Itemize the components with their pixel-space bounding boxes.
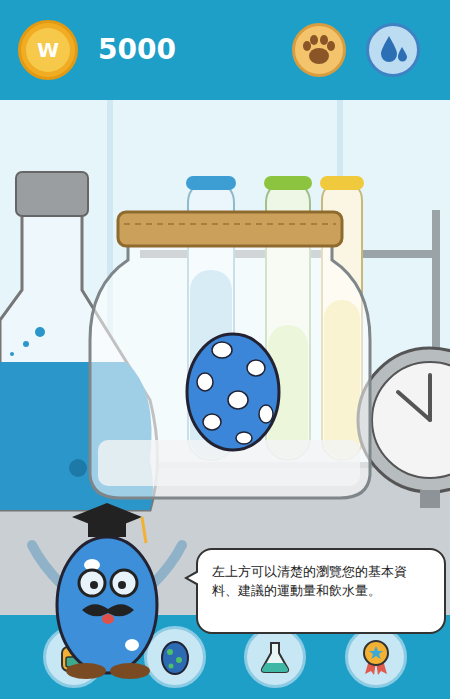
dialog-text: 左上方可以清楚的瀏覽您的基本資料、建議的運動量和飲水量。: [212, 562, 430, 600]
lab-scene: [0, 100, 450, 615]
coin-symbol: W: [37, 40, 59, 60]
game-screen: W 5000: [0, 0, 450, 699]
coin-count: 5000: [98, 36, 176, 64]
egg-icon: [187, 334, 279, 450]
award-badge-icon: [358, 638, 394, 676]
badge-button[interactable]: [345, 626, 407, 688]
coin-icon: W: [18, 20, 78, 80]
paw-button[interactable]: [292, 23, 346, 77]
top-bar: W 5000: [0, 0, 450, 100]
lab-illustration: [0, 100, 450, 615]
flask-icon: [257, 639, 293, 675]
spotted-egg-icon: [159, 638, 191, 676]
speech-bubble: 左上方可以清楚的瀏覽您的基本資料、建議的運動量和飲水量。: [196, 548, 446, 634]
water-drop-icon: [376, 33, 410, 67]
lab-button[interactable]: [244, 626, 306, 688]
professor-egg-icon: [22, 495, 192, 685]
water-button[interactable]: [366, 23, 420, 77]
paw-icon: [301, 34, 337, 66]
